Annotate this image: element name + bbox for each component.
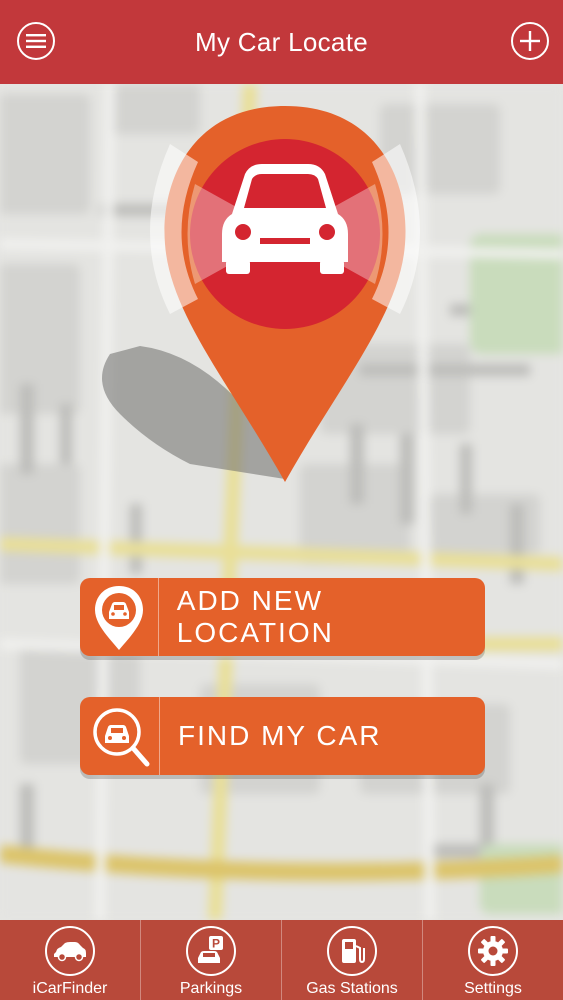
gear-icon (468, 926, 518, 976)
tab-gas-stations[interactable]: Gas Stations (282, 920, 423, 1000)
page-title: My Car Locate (195, 26, 368, 57)
svg-text:P: P (212, 937, 220, 951)
tab-label: Settings (464, 980, 522, 997)
find-my-car-button[interactable]: FIND MY CAR (80, 697, 485, 775)
bottom-tab-bar: iCarFinder P Parkings Gas Stations Setti… (0, 920, 563, 1000)
car-search-icon (80, 697, 160, 775)
map-view[interactable] (0, 84, 563, 920)
plus-icon (520, 31, 540, 51)
add-new-location-label: ADD NEW LOCATION (176, 585, 334, 648)
car-pin-icon (80, 578, 159, 656)
tab-label: Gas Stations (306, 980, 398, 997)
tab-parkings[interactable]: P Parkings (141, 920, 282, 1000)
hamburger-menu-icon (26, 34, 46, 48)
gas-pump-icon (327, 926, 377, 976)
tab-icarfinder[interactable]: iCarFinder (0, 920, 141, 1000)
find-my-car-label: FIND MY CAR (178, 720, 382, 751)
add-button[interactable] (511, 22, 549, 60)
parking-icon: P (186, 926, 236, 976)
menu-button[interactable] (17, 22, 55, 60)
add-new-location-button[interactable]: ADD NEW LOCATION (80, 578, 485, 656)
tab-label: iCarFinder (32, 980, 108, 997)
app-header: My Car Locate (0, 0, 563, 84)
tab-settings[interactable]: Settings (423, 920, 563, 1000)
tab-label: Parkings (179, 980, 243, 997)
car-icon (45, 926, 95, 976)
